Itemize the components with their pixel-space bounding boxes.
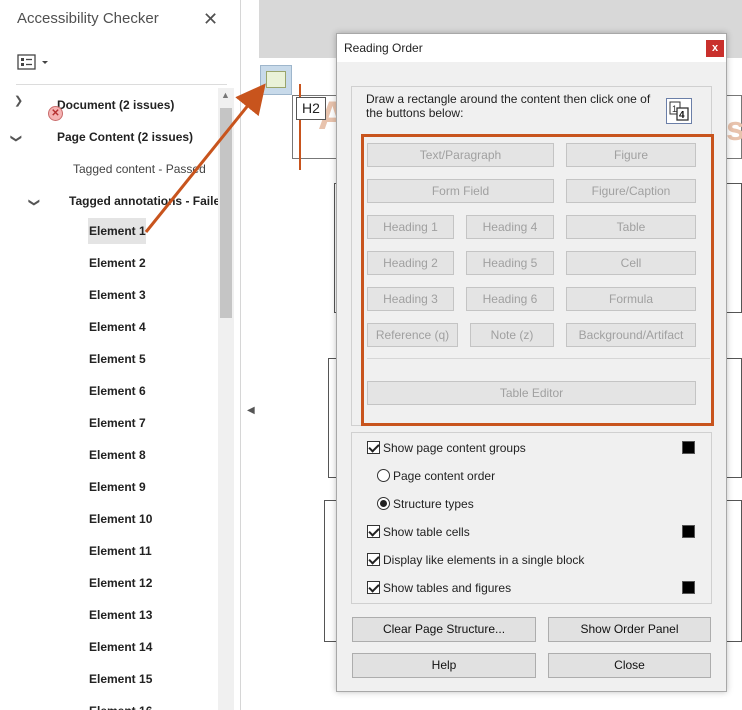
page-content-order-radio[interactable] bbox=[377, 469, 390, 482]
collapse-panel-icon[interactable]: ◀ bbox=[247, 405, 255, 416]
tree-item-tagged-annotations[interactable]: Tagged annotations - Failed bbox=[69, 189, 227, 213]
tree-element-5[interactable]: Element 5 bbox=[88, 346, 146, 372]
list-options-icon bbox=[17, 54, 48, 70]
chevron-right-icon[interactable]: ❯ bbox=[14, 94, 23, 107]
tree-element-3[interactable]: Element 3 bbox=[88, 282, 146, 308]
tree-item-page-content[interactable]: Page Content (2 issues) bbox=[57, 125, 193, 149]
tree-item-tagged-content[interactable]: Tagged content - Passed bbox=[73, 157, 206, 181]
highlight-frame bbox=[361, 134, 714, 426]
structure-types-radio[interactable] bbox=[377, 497, 390, 510]
error-icon: ✕ bbox=[48, 106, 63, 121]
tree-scrollbar[interactable]: ▲ bbox=[218, 88, 234, 710]
page-content-order-label: Page content order bbox=[393, 469, 496, 483]
display-options-group bbox=[351, 432, 712, 604]
tree-item-document[interactable]: Document (2 issues) bbox=[57, 93, 174, 117]
panel-title: Accessibility Checker bbox=[17, 10, 159, 27]
speech-bubble-icon bbox=[266, 71, 286, 88]
tree-element-14[interactable]: Element 14 bbox=[88, 634, 158, 660]
table-editor-icon[interactable]: 1 4 bbox=[666, 98, 692, 124]
display-like-label: Display like elements in a single block bbox=[383, 553, 585, 567]
show-tables-figures-label: Show tables and figures bbox=[383, 581, 512, 595]
tree-element-1[interactable]: Element 1 bbox=[88, 218, 146, 244]
chevron-down-icon[interactable]: ❯ bbox=[28, 198, 41, 207]
close-button[interactable]: Close bbox=[548, 653, 711, 678]
numbered-box-icon: 1 4 bbox=[669, 101, 689, 121]
structure-types-label: Structure types bbox=[393, 497, 474, 511]
tree-element-9[interactable]: Element 9 bbox=[88, 474, 146, 500]
scrollbar-thumb[interactable] bbox=[220, 108, 232, 318]
clear-page-structure-button[interactable]: Clear Page Structure... bbox=[352, 617, 536, 642]
chevron-down-icon[interactable]: ❯ bbox=[10, 134, 23, 143]
show-tables-figures-checkbox[interactable] bbox=[367, 581, 380, 594]
display-like-checkbox[interactable] bbox=[367, 553, 380, 566]
dialog-titlebar[interactable]: Reading Order x bbox=[337, 34, 726, 62]
help-button[interactable]: Help bbox=[352, 653, 536, 678]
tree-element-12[interactable]: Element 12 bbox=[88, 570, 158, 596]
show-groups-label: Show page content groups bbox=[383, 441, 526, 455]
show-groups-checkbox[interactable] bbox=[367, 441, 380, 454]
tree-element-10[interactable]: Element 10 bbox=[88, 506, 158, 532]
reading-order-dialog: Reading Order x Draw a rectangle around … bbox=[336, 33, 727, 692]
close-icon[interactable]: ✕ bbox=[203, 9, 218, 30]
tree-element-11[interactable]: Element 11 bbox=[88, 538, 158, 564]
scroll-up-icon[interactable]: ▲ bbox=[221, 90, 230, 100]
table-cells-color-swatch[interactable] bbox=[682, 525, 695, 538]
instructions-text: Draw a rectangle around the content then… bbox=[366, 92, 651, 120]
show-table-cells-checkbox[interactable] bbox=[367, 525, 380, 538]
tree-element-6[interactable]: Element 6 bbox=[88, 378, 146, 404]
tree-element-8[interactable]: Element 8 bbox=[88, 442, 146, 468]
tables-figures-color-swatch[interactable] bbox=[682, 581, 695, 594]
groups-color-swatch[interactable] bbox=[682, 441, 695, 454]
tree-element-2[interactable]: Element 2 bbox=[88, 250, 146, 276]
show-table-cells-label: Show table cells bbox=[383, 525, 470, 539]
tree-element-13[interactable]: Element 13 bbox=[88, 602, 158, 628]
h2-tag-label: H2 bbox=[296, 97, 326, 120]
tree-element-7[interactable]: Element 7 bbox=[88, 410, 146, 436]
dialog-title: Reading Order bbox=[344, 41, 423, 55]
svg-text:4: 4 bbox=[679, 110, 685, 121]
tree-element-15[interactable]: Element 15 bbox=[88, 666, 158, 692]
show-order-panel-button[interactable]: Show Order Panel bbox=[548, 617, 711, 642]
heading-text-end: s bbox=[726, 110, 742, 148]
tree-element-16[interactable]: Element 16 bbox=[88, 698, 158, 710]
divider bbox=[16, 84, 227, 85]
accessibility-checker-panel: Accessibility Checker ✕ ❯ Document (2 is… bbox=[0, 0, 241, 710]
comment-annotation-icon[interactable] bbox=[260, 65, 292, 95]
close-icon[interactable]: x bbox=[706, 40, 724, 57]
svg-text:1: 1 bbox=[672, 104, 677, 114]
tree-element-4[interactable]: Element 4 bbox=[88, 314, 146, 340]
options-menu-button[interactable] bbox=[17, 54, 51, 72]
